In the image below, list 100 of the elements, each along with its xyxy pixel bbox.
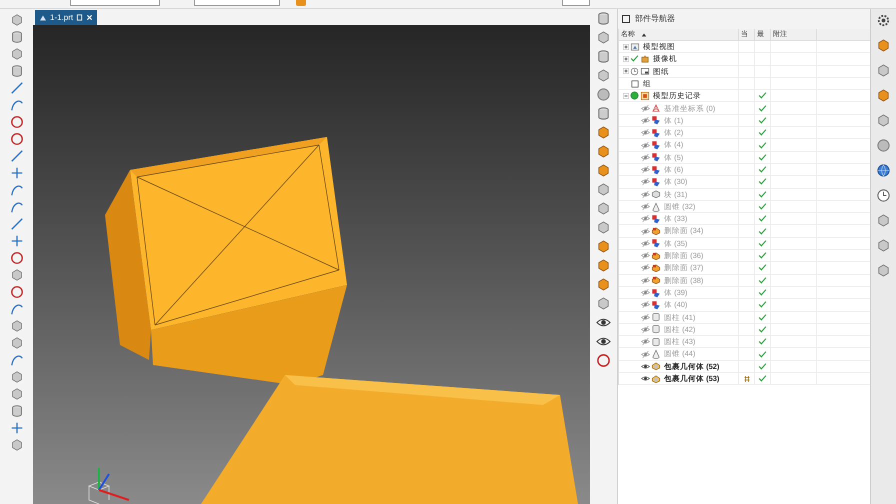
hidden-eye-icon[interactable] — [641, 202, 650, 211]
hidden-eye-icon[interactable] — [641, 350, 650, 359]
file-tab[interactable]: 1-1.prt — [35, 10, 98, 25]
cube-icon[interactable] — [10, 336, 24, 350]
plus-icon[interactable] — [10, 166, 24, 180]
close-icon[interactable] — [86, 14, 94, 21]
hidden-eye-icon[interactable] — [641, 312, 650, 322]
hidden-eye-icon[interactable] — [641, 226, 650, 236]
cylinder-icon[interactable] — [10, 404, 24, 418]
circle-icon[interactable] — [10, 132, 24, 146]
line-icon[interactable] — [10, 149, 24, 163]
circle-icon[interactable] — [10, 115, 24, 129]
cylinder-icon[interactable] — [10, 64, 24, 78]
cube-icon[interactable] — [10, 370, 24, 384]
cube-icon[interactable] — [10, 438, 24, 452]
dropdown-field[interactable] — [70, 0, 160, 6]
cube-icon[interactable] — [596, 220, 611, 235]
eye-icon[interactable] — [641, 374, 650, 384]
hidden-eye-icon[interactable] — [641, 116, 650, 125]
plus-icon[interactable] — [10, 234, 24, 248]
body-feature-icon — [651, 238, 661, 248]
cube-icon[interactable] — [876, 113, 891, 128]
camera-feature-icon — [640, 54, 650, 64]
plus-icon[interactable] — [10, 421, 24, 435]
cube-icon[interactable] — [10, 319, 24, 333]
globe-icon[interactable] — [876, 163, 891, 178]
block-feature-icon — [651, 189, 661, 200]
hidden-eye-icon[interactable] — [641, 177, 650, 186]
dropdown-field[interactable] — [194, 0, 280, 6]
3d-viewport[interactable] — [33, 25, 590, 504]
sort-up-icon — [641, 32, 647, 38]
sphere-icon[interactable] — [596, 87, 611, 102]
circle-icon[interactable] — [10, 285, 24, 299]
hidden-eye-icon[interactable] — [641, 263, 650, 272]
expand-icon[interactable] — [623, 56, 629, 62]
sphere-icon[interactable] — [876, 138, 891, 153]
cube-icon[interactable] — [596, 182, 611, 197]
cube-icon[interactable] — [876, 88, 891, 103]
hidden-eye-icon[interactable] — [641, 251, 650, 260]
cube-icon[interactable] — [876, 238, 891, 253]
circle-icon[interactable] — [10, 251, 24, 265]
cube-icon[interactable] — [10, 13, 24, 27]
cylinder-icon[interactable] — [596, 106, 611, 121]
cube-icon[interactable] — [596, 144, 611, 159]
body-feature-icon — [651, 164, 661, 175]
body-feature-icon — [651, 140, 661, 150]
cube-icon[interactable] — [596, 163, 611, 178]
line-icon[interactable] — [10, 217, 24, 231]
hidden-eye-icon[interactable] — [641, 288, 650, 298]
cylinder-icon[interactable] — [596, 49, 611, 64]
datum-feature-icon — [651, 103, 661, 114]
cube-icon[interactable] — [10, 268, 24, 282]
curve-icon[interactable] — [10, 183, 24, 197]
hidden-eye-icon[interactable] — [641, 337, 650, 346]
cylinder-icon[interactable] — [596, 11, 611, 26]
wrap-feature-icon — [651, 361, 661, 372]
expand-icon[interactable] — [623, 68, 629, 74]
hidden-eye-icon[interactable] — [641, 128, 650, 138]
hidden-eye-icon[interactable] — [641, 152, 650, 162]
eye-icon[interactable] — [641, 362, 650, 371]
expand-icon[interactable] — [623, 44, 629, 50]
hidden-eye-icon[interactable] — [641, 238, 650, 248]
hidden-eye-icon[interactable] — [641, 276, 650, 285]
cube-icon[interactable] — [876, 38, 891, 53]
curve-icon[interactable] — [10, 200, 24, 214]
cube-icon[interactable] — [596, 125, 611, 140]
body-feature-icon — [651, 152, 661, 162]
cube-icon[interactable] — [596, 68, 611, 83]
clock-icon[interactable] — [876, 188, 891, 203]
curve-icon[interactable] — [10, 353, 24, 367]
hidden-eye-icon[interactable] — [641, 165, 650, 174]
cube-icon[interactable] — [10, 387, 24, 401]
collapse-icon[interactable] — [623, 92, 629, 99]
curve-icon[interactable] — [10, 302, 24, 316]
cube-icon[interactable] — [596, 277, 611, 292]
cube-icon[interactable] — [876, 213, 891, 228]
hidden-eye-icon[interactable] — [641, 214, 650, 224]
cube-icon[interactable] — [596, 30, 611, 45]
settings-icon[interactable] — [876, 13, 891, 28]
cube-icon[interactable] — [876, 63, 891, 78]
cube-icon[interactable] — [596, 296, 611, 311]
body-feature-icon — [651, 300, 661, 310]
line-icon[interactable] — [10, 81, 24, 95]
circle-icon[interactable] — [596, 353, 611, 368]
hidden-eye-icon[interactable] — [641, 324, 650, 334]
dropdown-field[interactable] — [562, 0, 590, 6]
part-icon — [39, 14, 47, 22]
cube-icon[interactable] — [596, 258, 611, 273]
hidden-eye-icon[interactable] — [641, 140, 650, 150]
panel-title: 部件导航器 — [635, 13, 675, 25]
cube-icon[interactable] — [876, 263, 891, 278]
curve-icon[interactable] — [10, 98, 24, 112]
cube-icon[interactable] — [596, 201, 611, 216]
status-ball-icon — [630, 91, 639, 100]
hidden-eye-icon[interactable] — [641, 190, 650, 199]
hidden-eye-icon[interactable] — [641, 300, 650, 310]
cube-icon[interactable] — [596, 239, 611, 254]
cylinder-icon[interactable] — [10, 30, 24, 44]
cube-icon[interactable] — [10, 47, 24, 61]
hidden-eye-icon[interactable] — [641, 104, 650, 113]
